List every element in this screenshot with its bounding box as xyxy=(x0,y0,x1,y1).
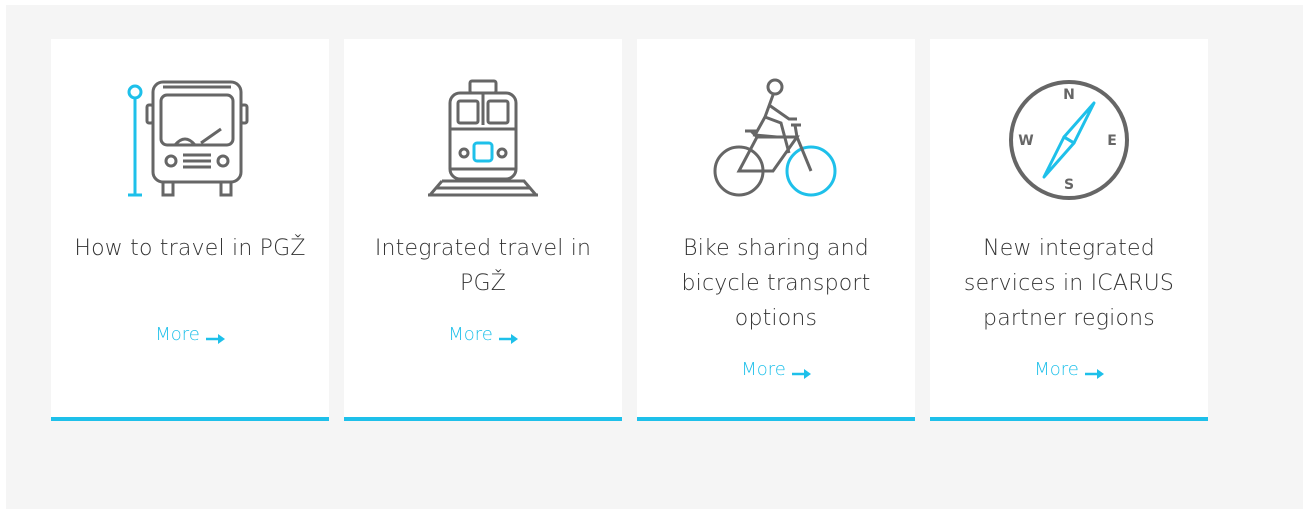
more-link-label: More xyxy=(448,324,493,345)
more-link[interactable]: More xyxy=(344,324,622,345)
card-title: Bike sharing and bicycle transport optio… xyxy=(681,236,871,331)
card-title: Integrated travel in PGŽ xyxy=(374,236,592,296)
more-link-label: More xyxy=(1034,359,1079,380)
bicycle-icon xyxy=(711,77,841,203)
arrow-right-icon xyxy=(498,328,518,344)
card-icarus-services[interactable]: N E S W New integrated services in ICARU… xyxy=(930,39,1208,421)
more-link[interactable]: More xyxy=(51,324,329,345)
page-background: How to travel in PGŽ More Integrated tra… xyxy=(6,5,1303,509)
card-how-to-travel[interactable]: How to travel in PGŽ More xyxy=(51,39,329,421)
train-icon xyxy=(418,77,548,203)
card-title: How to travel in PGŽ xyxy=(74,236,306,261)
more-link[interactable]: More xyxy=(637,359,915,380)
compass-west-label: W xyxy=(1018,133,1033,149)
card-title: New integrated services in ICARUS partne… xyxy=(963,236,1175,331)
card-integrated-travel[interactable]: Integrated travel in PGŽ More xyxy=(344,39,622,421)
more-link-label: More xyxy=(741,359,786,380)
more-link[interactable]: More xyxy=(930,359,1208,380)
card-bike-sharing[interactable]: Bike sharing and bicycle transport optio… xyxy=(637,39,915,421)
bus-stop-icon xyxy=(125,77,255,203)
compass-north-label: N xyxy=(1063,87,1075,103)
arrow-right-icon xyxy=(1084,363,1104,379)
compass-icon: N E S W xyxy=(1004,77,1134,203)
arrow-right-icon xyxy=(205,328,225,344)
more-link-label: More xyxy=(155,324,200,345)
compass-south-label: S xyxy=(1064,177,1074,193)
compass-east-label: E xyxy=(1107,133,1117,149)
service-cards: How to travel in PGŽ More Integrated tra… xyxy=(51,39,1208,421)
arrow-right-icon xyxy=(791,363,811,379)
